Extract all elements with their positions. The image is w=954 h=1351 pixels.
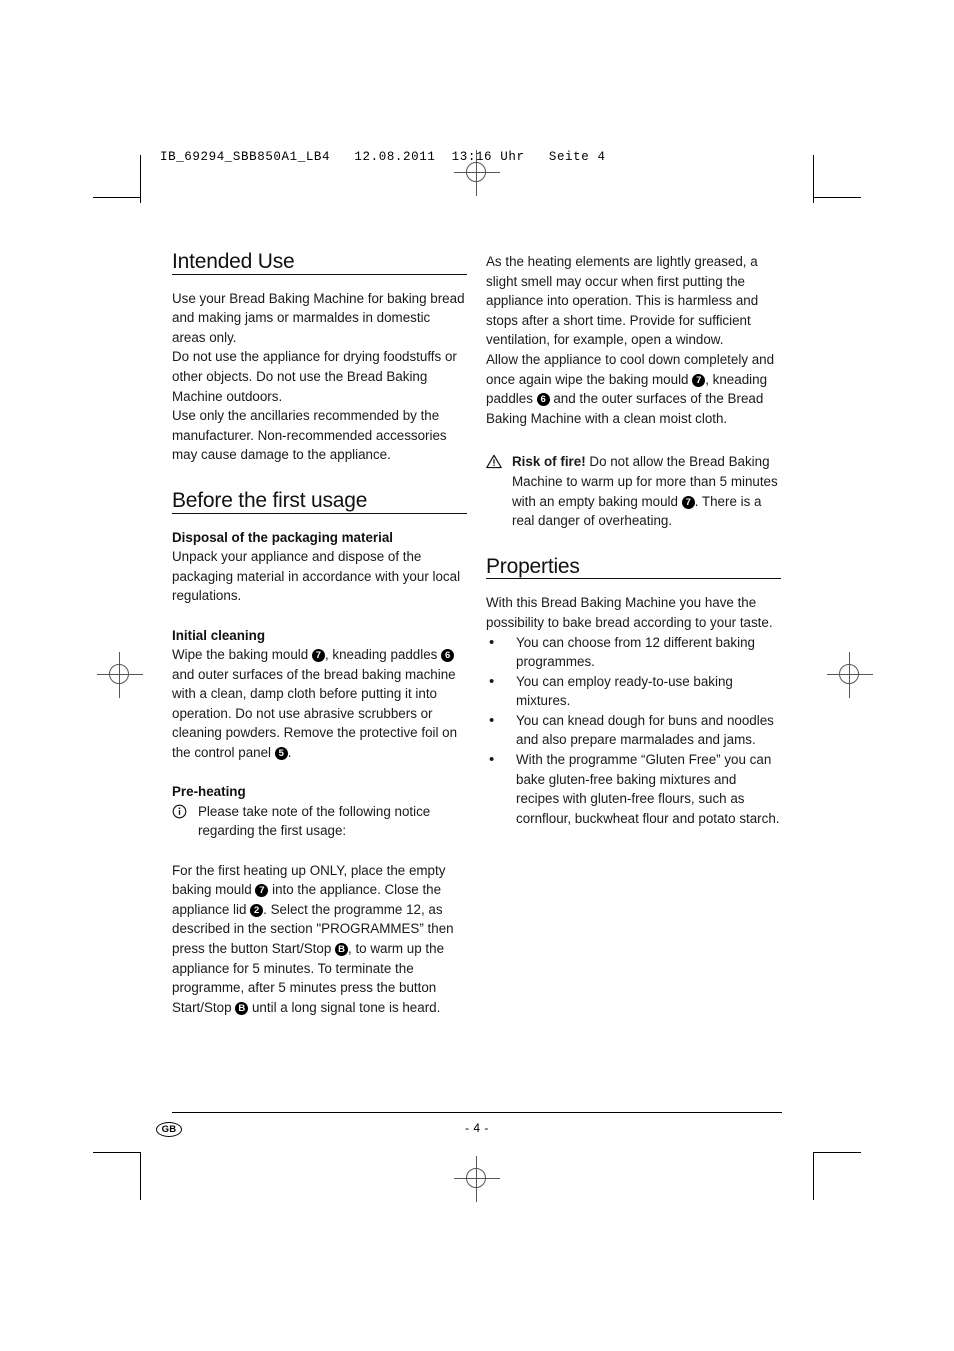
part-marker-6: 6 — [536, 393, 550, 407]
registration-mark-left-middle — [97, 652, 143, 698]
properties-intro: With this Bread Baking Machine you have … — [486, 595, 773, 630]
disposal-text: Unpack your appliance and dispose of the… — [172, 549, 461, 604]
right-column: As the heating elements are lightly grea… — [486, 252, 781, 832]
proof-slug: IB_69294_SBB850A1_LB4 12.08.2011 13:16 U… — [160, 150, 606, 164]
intended-use-paragraph: Use your Bread Baking Machine for baking… — [172, 290, 465, 463]
text-run: Wipe the baking mould — [172, 647, 312, 663]
list-item: • You can knead dough for buns and noodle… — [486, 711, 781, 750]
fire-risk-warning: Risk of fire! Do not allow the Bread Bak… — [486, 452, 781, 530]
part-marker-7: 7 — [311, 649, 325, 663]
section-before-first-usage: Before the first usage Disposal of the p… — [172, 488, 467, 1018]
crop-mark-bottom-right-horizontal — [813, 1152, 861, 1153]
subheading-initial-cleaning: Initial cleaning — [172, 627, 266, 643]
crop-mark-bottom-left-horizontal — [93, 1152, 141, 1153]
bullet-glyph: • — [489, 633, 495, 651]
fire-risk-text: Risk of fire! Do not allow the Bread Bak… — [512, 452, 781, 530]
list-item: • You can employ ready-to-use baking mixt… — [486, 672, 781, 711]
part-marker-b: B — [335, 943, 349, 956]
crop-mark-top-right-horizontal — [813, 197, 861, 198]
pre-heating-notice-text: Please take note of the following notice… — [198, 803, 431, 839]
heading-intended-use: Intended Use — [172, 250, 295, 273]
heading-rule — [172, 273, 467, 275]
heading-rule — [486, 578, 781, 580]
list-item-text: You can knead dough for buns and noodles… — [516, 712, 774, 748]
properties-bullet-list: • You can choose from 12 different baking… — [486, 633, 781, 829]
part-marker-b: B — [235, 1001, 249, 1015]
heating-elements-paragraph: As the heating elements are lightly grea… — [486, 254, 759, 348]
bullet-glyph: • — [489, 751, 495, 769]
cool-down-paragraph: Allow the appliance to cool down complet… — [486, 350, 781, 428]
crop-mark-bottom-right-vertical — [813, 1152, 814, 1200]
heading-rule — [172, 512, 467, 514]
part-marker-6: 6 — [441, 649, 455, 663]
part-marker-5: 5 — [274, 747, 288, 761]
registration-mark-bottom-center — [454, 1156, 500, 1202]
text-run: , kneading paddles — [324, 647, 442, 663]
pre-heating-body: For the first heating up ONLY, place the… — [172, 861, 467, 1018]
fire-risk-title: Risk of fire! — [512, 454, 586, 470]
part-marker-7: 7 — [692, 373, 706, 387]
section-properties: Properties With this Bread Baking Machin… — [486, 554, 781, 829]
part-marker-2: 2 — [250, 903, 264, 917]
bullet-glyph: • — [489, 672, 495, 690]
text-run: and outer surfaces of the bread baking m… — [172, 666, 458, 761]
subheading-disposal: Disposal of the packaging material — [172, 529, 394, 545]
list-item: • You can choose from 12 different baking… — [486, 633, 781, 672]
crop-mark-top-left-horizontal — [93, 197, 141, 198]
crop-mark-top-left-vertical — [140, 155, 141, 203]
text-run: . — [287, 745, 292, 761]
info-circle-icon — [172, 804, 189, 825]
registration-mark-right-middle — [827, 652, 873, 698]
initial-cleaning-text: Wipe the baking mould 7, kneading paddle… — [172, 645, 467, 763]
heading-before-first-usage: Before the first usage — [172, 488, 368, 512]
part-marker-7: 7 — [255, 884, 269, 898]
page-number: - 4 - — [465, 1121, 489, 1135]
text-run: until a long signal tone is heard. — [248, 999, 441, 1015]
list-item-text: With the programme “Gluten Free” you can… — [516, 752, 780, 826]
list-item: • With the programme “Gluten Free” you c… — [486, 750, 781, 828]
heading-properties: Properties — [486, 554, 580, 578]
section-intended-use: Intended Use Use your Bread Baking Machi… — [172, 250, 467, 465]
list-item-text: You can employ ready-to-use baking mixtu… — [516, 673, 733, 709]
part-marker-7: 7 — [681, 495, 695, 509]
list-item-text: You can choose from 12 different baking … — [516, 634, 755, 670]
crop-mark-top-right-vertical — [813, 155, 814, 203]
pre-heating-notice: Please take note of the following notice… — [172, 802, 467, 841]
crop-mark-bottom-left-vertical — [140, 1152, 141, 1200]
warning-triangle-icon — [486, 454, 503, 475]
bullet-glyph: • — [489, 711, 495, 729]
footer-rule — [172, 1112, 782, 1113]
subheading-pre-heating: Pre-heating — [172, 784, 246, 800]
left-column: Intended Use Use your Bread Baking Machi… — [172, 250, 467, 1021]
